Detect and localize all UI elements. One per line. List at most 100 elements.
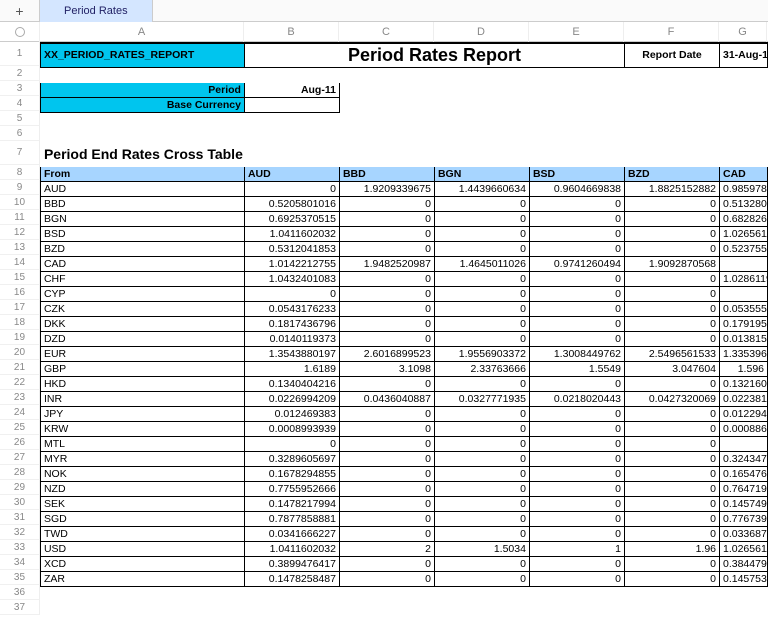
row-header[interactable]: 12 (0, 225, 40, 240)
cell-value[interactable]: 0.513280596 (720, 196, 768, 211)
cell-value[interactable]: 0 (339, 316, 434, 331)
cell-value[interactable]: 1.028611934 (720, 271, 768, 286)
cell-value[interactable]: 0.985978133 (720, 181, 768, 196)
row-header[interactable]: 8 (0, 165, 40, 180)
row-header[interactable]: 25 (0, 420, 40, 435)
cell-value[interactable]: 1.9092870568 (625, 256, 720, 271)
cell-value[interactable]: 0.7877858881 (244, 511, 339, 526)
cell-value[interactable]: 0.5205801016 (244, 196, 339, 211)
cell-table-header-5[interactable]: BZD (625, 166, 720, 181)
cell-value[interactable]: 0 (339, 196, 434, 211)
cell-value[interactable]: 1.3543880197 (244, 346, 339, 361)
cell-value[interactable]: 0 (339, 496, 434, 511)
cell-value[interactable]: 0 (339, 286, 434, 301)
cell-value[interactable]: 0 (529, 286, 624, 301)
cell-base-currency-value[interactable] (244, 97, 339, 112)
cell-value[interactable]: 0 (529, 241, 624, 256)
empty[interactable] (339, 82, 767, 97)
cell-value[interactable]: 0 (625, 481, 720, 496)
row-header[interactable]: 16 (0, 285, 40, 300)
cell-value[interactable]: 0.000886782 (720, 421, 768, 436)
cell-value[interactable]: 0.179195293 (720, 316, 768, 331)
cell-value[interactable]: 2.5496561533 (625, 346, 720, 361)
cell-section-title[interactable]: Period End Rates Cross Table (40, 142, 767, 166)
cell-value[interactable]: 0 (625, 316, 720, 331)
cell-value[interactable]: 0 (529, 481, 624, 496)
cell-value[interactable]: 0 (434, 226, 529, 241)
cell-value[interactable]: 0 (529, 301, 624, 316)
cell-value[interactable]: 0.5312041853 (244, 241, 339, 256)
cell-from[interactable]: BBD (40, 196, 244, 211)
cell-from[interactable]: INR (40, 391, 244, 406)
row-header[interactable]: 19 (0, 330, 40, 345)
cell-value[interactable]: 0 (625, 511, 720, 526)
cell-value[interactable]: 0 (625, 496, 720, 511)
row-header[interactable]: 24 (0, 405, 40, 420)
cell-report-date[interactable]: 31-Aug-1 (720, 43, 768, 67)
cell-value[interactable]: 0 (339, 466, 434, 481)
cell-value[interactable]: 0 (339, 376, 434, 391)
cell-value[interactable]: 0 (244, 181, 339, 196)
cell-value[interactable]: 0.7755952666 (244, 481, 339, 496)
cell-value[interactable]: 0 (434, 196, 529, 211)
cell-base-currency-label[interactable]: Base Currency (40, 97, 244, 112)
row-header[interactable]: 22 (0, 375, 40, 390)
col-header-d[interactable]: D (434, 22, 529, 42)
cell-value[interactable]: 1.596 (720, 361, 768, 376)
cell-from[interactable]: KRW (40, 421, 244, 436)
row-header[interactable]: 33 (0, 540, 40, 555)
cell-value[interactable]: 0.1817436796 (244, 316, 339, 331)
add-sheet-button[interactable]: + (0, 0, 40, 22)
cell-value[interactable]: 0 (529, 466, 624, 481)
cell-value[interactable]: 0.033687542 (720, 526, 768, 541)
col-header-e[interactable]: E (529, 22, 624, 42)
cell-period-label[interactable]: Period (40, 82, 244, 97)
col-header-c[interactable]: C (339, 22, 434, 42)
row-header[interactable]: 17 (0, 300, 40, 315)
empty-row[interactable] (40, 601, 767, 616)
row-header[interactable]: 5 (0, 111, 40, 126)
row-header[interactable]: 10 (0, 195, 40, 210)
cell-from[interactable]: AUD (40, 181, 244, 196)
cell-value[interactable]: 0 (244, 436, 339, 451)
cell-value[interactable]: 0.9604669838 (529, 181, 624, 196)
empty-row[interactable] (40, 127, 767, 142)
cell-value[interactable]: 0.01229453 (720, 406, 768, 421)
cell-value[interactable]: 0 (625, 466, 720, 481)
cell-value[interactable]: 0 (434, 241, 529, 256)
empty-row[interactable] (40, 67, 767, 82)
cell-value[interactable]: 0 (529, 511, 624, 526)
cell-from[interactable]: EUR (40, 346, 244, 361)
cell-value[interactable]: 0 (529, 316, 624, 331)
cell-value[interactable]: 0 (434, 331, 529, 346)
row-header[interactable]: 2 (0, 66, 40, 81)
cell-value[interactable]: 0 (434, 451, 529, 466)
cell-value[interactable]: 0 (625, 301, 720, 316)
row-header[interactable]: 26 (0, 435, 40, 450)
cell-value[interactable]: 0 (339, 511, 434, 526)
cell-value[interactable]: 0 (339, 331, 434, 346)
cell-from[interactable]: DKK (40, 316, 244, 331)
cell-value[interactable]: 0 (434, 526, 529, 541)
cell-value[interactable]: 0.0543176233 (244, 301, 339, 316)
cell-value[interactable]: 0 (434, 316, 529, 331)
cell-value[interactable]: 0 (434, 511, 529, 526)
cell-from[interactable]: MYR (40, 451, 244, 466)
cell-value[interactable]: 1.4645011026 (434, 256, 529, 271)
cell-value[interactable]: 1 (529, 541, 624, 556)
cell-from[interactable]: CZK (40, 301, 244, 316)
cell-value[interactable]: 0.053555988 (720, 301, 768, 316)
cell-value[interactable]: 0 (529, 196, 624, 211)
cell-value[interactable]: 0 (625, 451, 720, 466)
cell-value[interactable]: 0.1478217994 (244, 496, 339, 511)
row-header[interactable]: 37 (0, 600, 40, 615)
cell-value[interactable]: 0 (625, 556, 720, 571)
cell-value[interactable]: 0 (625, 406, 720, 421)
cell-value[interactable]: 1.6189 (244, 361, 339, 376)
cell-value[interactable]: 1.026561193 (720, 541, 768, 556)
cell-value[interactable]: 0.3289605697 (244, 451, 339, 466)
cell-value[interactable]: 0.0327771935 (434, 391, 529, 406)
cell-value[interactable]: 1.0432401083 (244, 271, 339, 286)
cell-value[interactable]: 0 (339, 526, 434, 541)
cell-value[interactable]: 1.5034 (434, 541, 529, 556)
